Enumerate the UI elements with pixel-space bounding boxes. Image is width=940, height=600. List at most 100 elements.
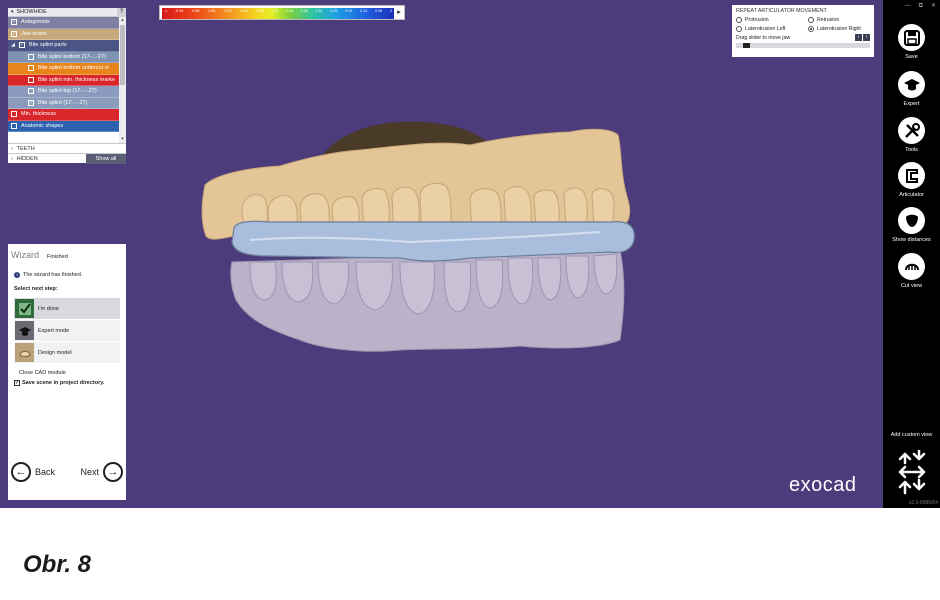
step-label: I'm done [38, 305, 59, 312]
tree-item[interactable]: Anatomic shapes [8, 120, 126, 132]
tree-item[interactable]: Bite splint bottom undercut vi [8, 63, 126, 75]
radio-dot-icon[interactable] [808, 17, 814, 23]
scroll-down-icon[interactable]: ▾ [119, 136, 126, 143]
tree-item[interactable]: ✓ Jaw scans [8, 28, 126, 40]
minimize-icon[interactable]: — [905, 0, 911, 12]
tree-item[interactable]: Bite splint top (17-...-27) [8, 86, 126, 98]
showhide-header[interactable]: ▾ SHOWHIDE ? [8, 7, 126, 17]
tree-item[interactable]: Bite splint bottom (17-...-27) [8, 51, 126, 63]
radio-dot-icon[interactable] [736, 17, 742, 23]
close-cad-module-link[interactable]: Close CAD module [19, 370, 126, 376]
articulator-icon [898, 162, 925, 189]
visibility-checkbox[interactable]: ✓ [19, 42, 25, 49]
chevron-down-icon[interactable]: ▾ [11, 9, 14, 15]
visibility-checkbox[interactable] [28, 53, 34, 60]
show-distances-button[interactable]: Show distances [883, 207, 940, 243]
visibility-checkbox[interactable]: ✓ [11, 30, 17, 37]
articulator-button[interactable]: Articulator [883, 162, 940, 198]
save-scene-checkbox[interactable]: ✓ [14, 380, 20, 386]
radio-dot-icon[interactable] [808, 26, 814, 32]
cut-view-label: Cut view [900, 283, 923, 289]
tree-item[interactable]: Bite splint min. thickness marke [8, 74, 126, 86]
movement-radio[interactable]: Protrusion [736, 16, 808, 24]
hidden-section[interactable]: › HIDDEN Show all [8, 153, 126, 164]
movement-radio-label: Protrusion [745, 17, 769, 23]
distance-color-scale[interactable]: -1 -0.94 -0.88 -0.81 -0.75 -0.69 -0.63 -0.5 0.44… [159, 5, 405, 20]
back-button[interactable]: ← Back [11, 462, 55, 482]
step-label: Design model [38, 349, 72, 356]
tree-item[interactable]: ✓ Bite splint (17-...-27) [8, 97, 126, 109]
3d-viewport[interactable]: -1 -0.94 -0.88 -0.81 -0.75 -0.69 -0.63 -0.5 0.44… [0, 0, 883, 508]
hidden-label: HIDDEN [16, 155, 38, 162]
wizard-status: Finished [47, 254, 68, 260]
tools-icon [898, 117, 925, 144]
play-icon[interactable]: ▸ [394, 6, 404, 19]
scale-tick-label: -0.63 [255, 9, 264, 13]
step-expert-mode[interactable]: Expert mode [14, 320, 120, 341]
movement-radio[interactable]: Laterotrusion Left [736, 25, 808, 33]
save-scene-option[interactable]: ✓ Save scene in project directory. [14, 380, 126, 386]
restore-icon[interactable]: ⧉ [919, 0, 923, 12]
right-toolbar: — ⧉ ✕ Save Expert Tools Articulator Show… [883, 0, 940, 508]
tree-item[interactable]: Min. thickness [8, 109, 126, 121]
next-label: Next [80, 467, 99, 477]
teeth-label: TEETH [16, 145, 35, 152]
tree-item-label: Min. thickness [21, 111, 56, 118]
wizard-panel: Wizard Finished i The wizard has finishe… [8, 244, 126, 500]
add-custom-view-label[interactable]: Add custom view [883, 432, 940, 438]
step-forward-icon[interactable]: › [863, 34, 870, 41]
show-all-button[interactable]: Show all [86, 153, 126, 164]
visibility-checkbox[interactable] [28, 76, 34, 83]
teeth-section[interactable]: › TEETH [8, 143, 126, 153]
scale-tick-label: -0.75 [223, 9, 232, 13]
scroll-up-icon[interactable]: ▴ [119, 17, 126, 24]
tree-item-label: Bite splint (17-...-27) [38, 99, 88, 106]
visibility-checkbox[interactable] [11, 111, 17, 118]
movement-radio[interactable]: Retrusion [808, 16, 876, 24]
articulator-options: Protrusion Retrusion Laterotrusion Left Lat… [736, 16, 870, 33]
scale-tick-label: -0.81 [207, 9, 216, 13]
next-button[interactable]: Next → [80, 462, 123, 482]
scale-tick-label: -0.5 [271, 9, 278, 13]
expander-icon[interactable]: ◢ [11, 42, 17, 48]
dental-model-scene[interactable] [0, 0, 883, 508]
tree-item-label: Antagonists [21, 19, 50, 26]
tree-scrollbar[interactable]: ▴ ▾ [119, 17, 126, 143]
movement-radio-label: Laterotrusion Left [745, 26, 786, 32]
step-im-done[interactable]: I'm done [14, 298, 120, 319]
expert-label: Expert [903, 101, 920, 107]
save-disk-icon [898, 24, 925, 51]
expert-hat-icon [898, 71, 925, 98]
help-button[interactable]: ? [117, 7, 126, 17]
visibility-checkbox[interactable] [28, 88, 34, 95]
jaw-slider[interactable] [736, 43, 870, 48]
radio-dot-icon[interactable] [736, 26, 742, 32]
visibility-checkbox[interactable]: ✓ [11, 19, 17, 26]
tree-item-label: Bite splint min. thickness marke [38, 76, 116, 83]
chevron-right-icon: › [11, 145, 13, 152]
save-button[interactable]: Save [883, 24, 940, 60]
scroll-thumb[interactable] [120, 25, 125, 85]
close-icon[interactable]: ✕ [931, 0, 936, 12]
tree-item-label: Bite splint bottom (17-...-27) [38, 53, 106, 60]
step-back-icon[interactable]: ‹ [855, 34, 862, 41]
tools-button[interactable]: Tools [883, 117, 940, 153]
tree-item[interactable]: ✓ Antagonists [8, 17, 126, 29]
info-icon: i [14, 272, 20, 278]
expert-mode-icon [15, 321, 34, 340]
movement-radio[interactable]: Laterotrusion Right [808, 25, 876, 33]
visibility-checkbox[interactable] [11, 122, 17, 129]
version-label: v2.3-9090/64 [908, 500, 938, 506]
window-controls: — ⧉ ✕ [883, 0, 940, 12]
view-navigation-arrows-icon[interactable] [897, 450, 927, 495]
tree-item-label: Bite splint parts [29, 42, 67, 49]
tree-item-label: Bite splint bottom undercut vi [38, 65, 109, 72]
showhide-panel: ▾ SHOWHIDE ? ✓ Antagonists ✓ Jaw scans ◢ ✓ Bit… [8, 7, 126, 164]
visibility-checkbox[interactable] [28, 65, 34, 72]
visibility-checkbox[interactable]: ✓ [28, 99, 34, 106]
expert-button[interactable]: Expert [883, 71, 940, 107]
slider-knob[interactable] [742, 43, 750, 48]
tree-item[interactable]: ◢ ✓ Bite splint parts [8, 40, 126, 52]
cut-view-button[interactable]: Cut view [883, 253, 940, 289]
step-design-model[interactable]: Design model [14, 342, 120, 363]
